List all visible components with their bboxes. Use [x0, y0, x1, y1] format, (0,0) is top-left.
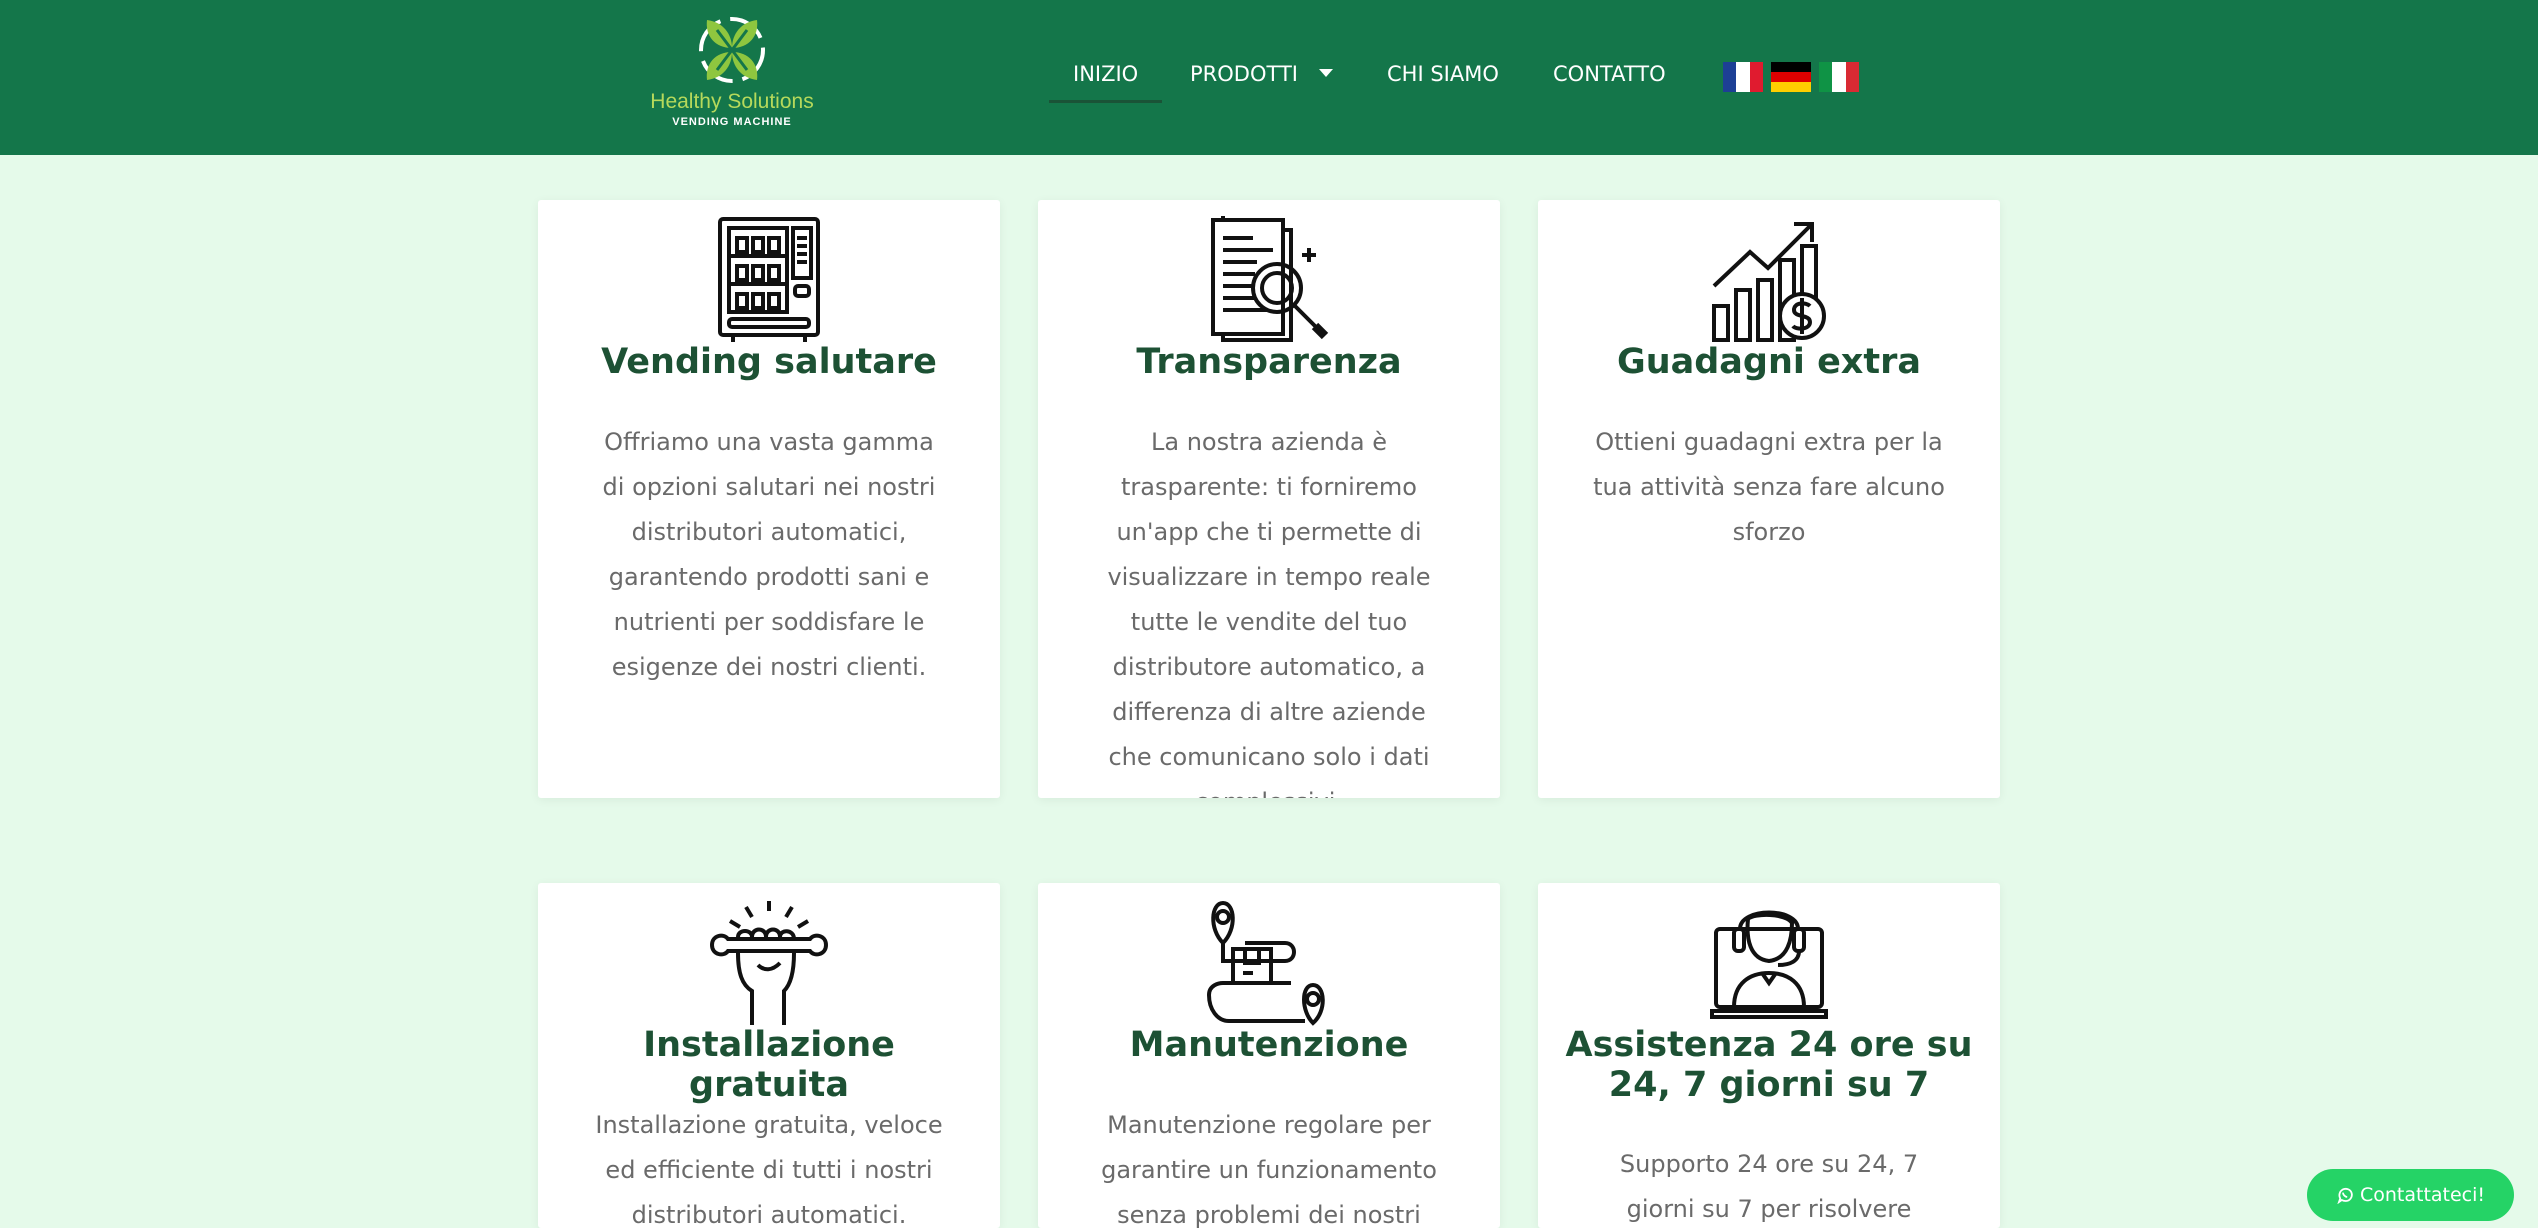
nav-item-label: INIZIO: [1073, 62, 1139, 86]
feature-card-free-installation: Installazione gratuita Installazione gra…: [538, 883, 1000, 1228]
feature-card-extra-earnings: Guadagni extra Ottieni guadagni extra pe…: [1538, 200, 2000, 798]
leaf-logo-icon: [699, 17, 765, 83]
support-agent-icon: [1710, 910, 1828, 1019]
german-flag-icon[interactable]: [1771, 62, 1811, 92]
card-text: Ottieni guadagni extra per la tua attivi…: [1593, 428, 1945, 546]
whatsapp-contact-button[interactable]: Contattateci!: [2307, 1169, 2514, 1221]
whatsapp-button-label: Contattateci!: [2359, 1184, 2486, 1206]
nav-item-label: CONTATTO: [1553, 62, 1666, 86]
feature-card-vending: Vending salutare Offriamo una vasta gamm…: [538, 200, 1000, 798]
card-title: Manutenzione: [1129, 1025, 1409, 1065]
top-navigation-bar: Healthy Solutions VENDING MACHINE INIZIO…: [0, 0, 2538, 155]
feature-card-support: Assistenza 24 ore su 24, 7 giorni su 7 S…: [1538, 883, 2000, 1228]
italian-flag-icon[interactable]: [1819, 62, 1859, 92]
logo[interactable]: Healthy Solutions VENDING MACHINE: [645, 14, 819, 138]
whatsapp-icon: [2337, 1187, 2353, 1204]
card-text: La nostra azienda è trasparente: ti forn…: [1107, 428, 1431, 798]
nav-item-label: CHI SIAMO: [1387, 62, 1499, 86]
french-flag-icon[interactable]: [1723, 62, 1763, 92]
nav-item-label: PRODOTTI: [1190, 62, 1298, 86]
delivery-box-pin-icon: [1207, 900, 1325, 1026]
nav-item-prodotti[interactable]: PRODOTTI: [1190, 62, 1333, 92]
document-magnifier-icon: [1211, 216, 1329, 342]
card-title: Transparenza: [1136, 342, 1402, 382]
card-title: Guadagni extra: [1616, 342, 1921, 382]
logo-tagline: VENDING MACHINE: [672, 116, 792, 128]
card-text: Installazione gratuita, veloce ed effici…: [595, 1111, 943, 1228]
vending-machine-icon: [718, 217, 820, 342]
nav-item-inizio[interactable]: INIZIO: [1048, 62, 1163, 103]
card-text: Supporto 24 ore su 24, 7 giorni su 7 per…: [1619, 1150, 1919, 1223]
caret-down-icon: [1318, 69, 1333, 77]
hand-wrench-icon: [709, 901, 829, 1025]
card-text: Offriamo una vasta gamma di opzioni salu…: [602, 428, 936, 681]
nav-item-contatto[interactable]: CONTATTO: [1553, 62, 1666, 92]
growth-chart-dollar-icon: [1712, 222, 1826, 342]
card-title: Installazione gratuita: [643, 1025, 895, 1105]
logo-brand-name: Healthy Solutions: [650, 90, 814, 113]
feature-card-maintenance: Manutenzione Manutenzione regolare per g…: [1038, 883, 1500, 1228]
card-title: Assistenza 24 ore su 24, 7 giorni su 7: [1565, 1025, 1973, 1105]
nav-item-chi-siamo[interactable]: CHI SIAMO: [1387, 62, 1499, 92]
feature-card-transparency: Transparenza La nostra azienda è traspar…: [1038, 200, 1500, 798]
card-text: Manutenzione regolare per garantire un f…: [1101, 1111, 1437, 1228]
card-title: Vending salutare: [601, 342, 937, 382]
